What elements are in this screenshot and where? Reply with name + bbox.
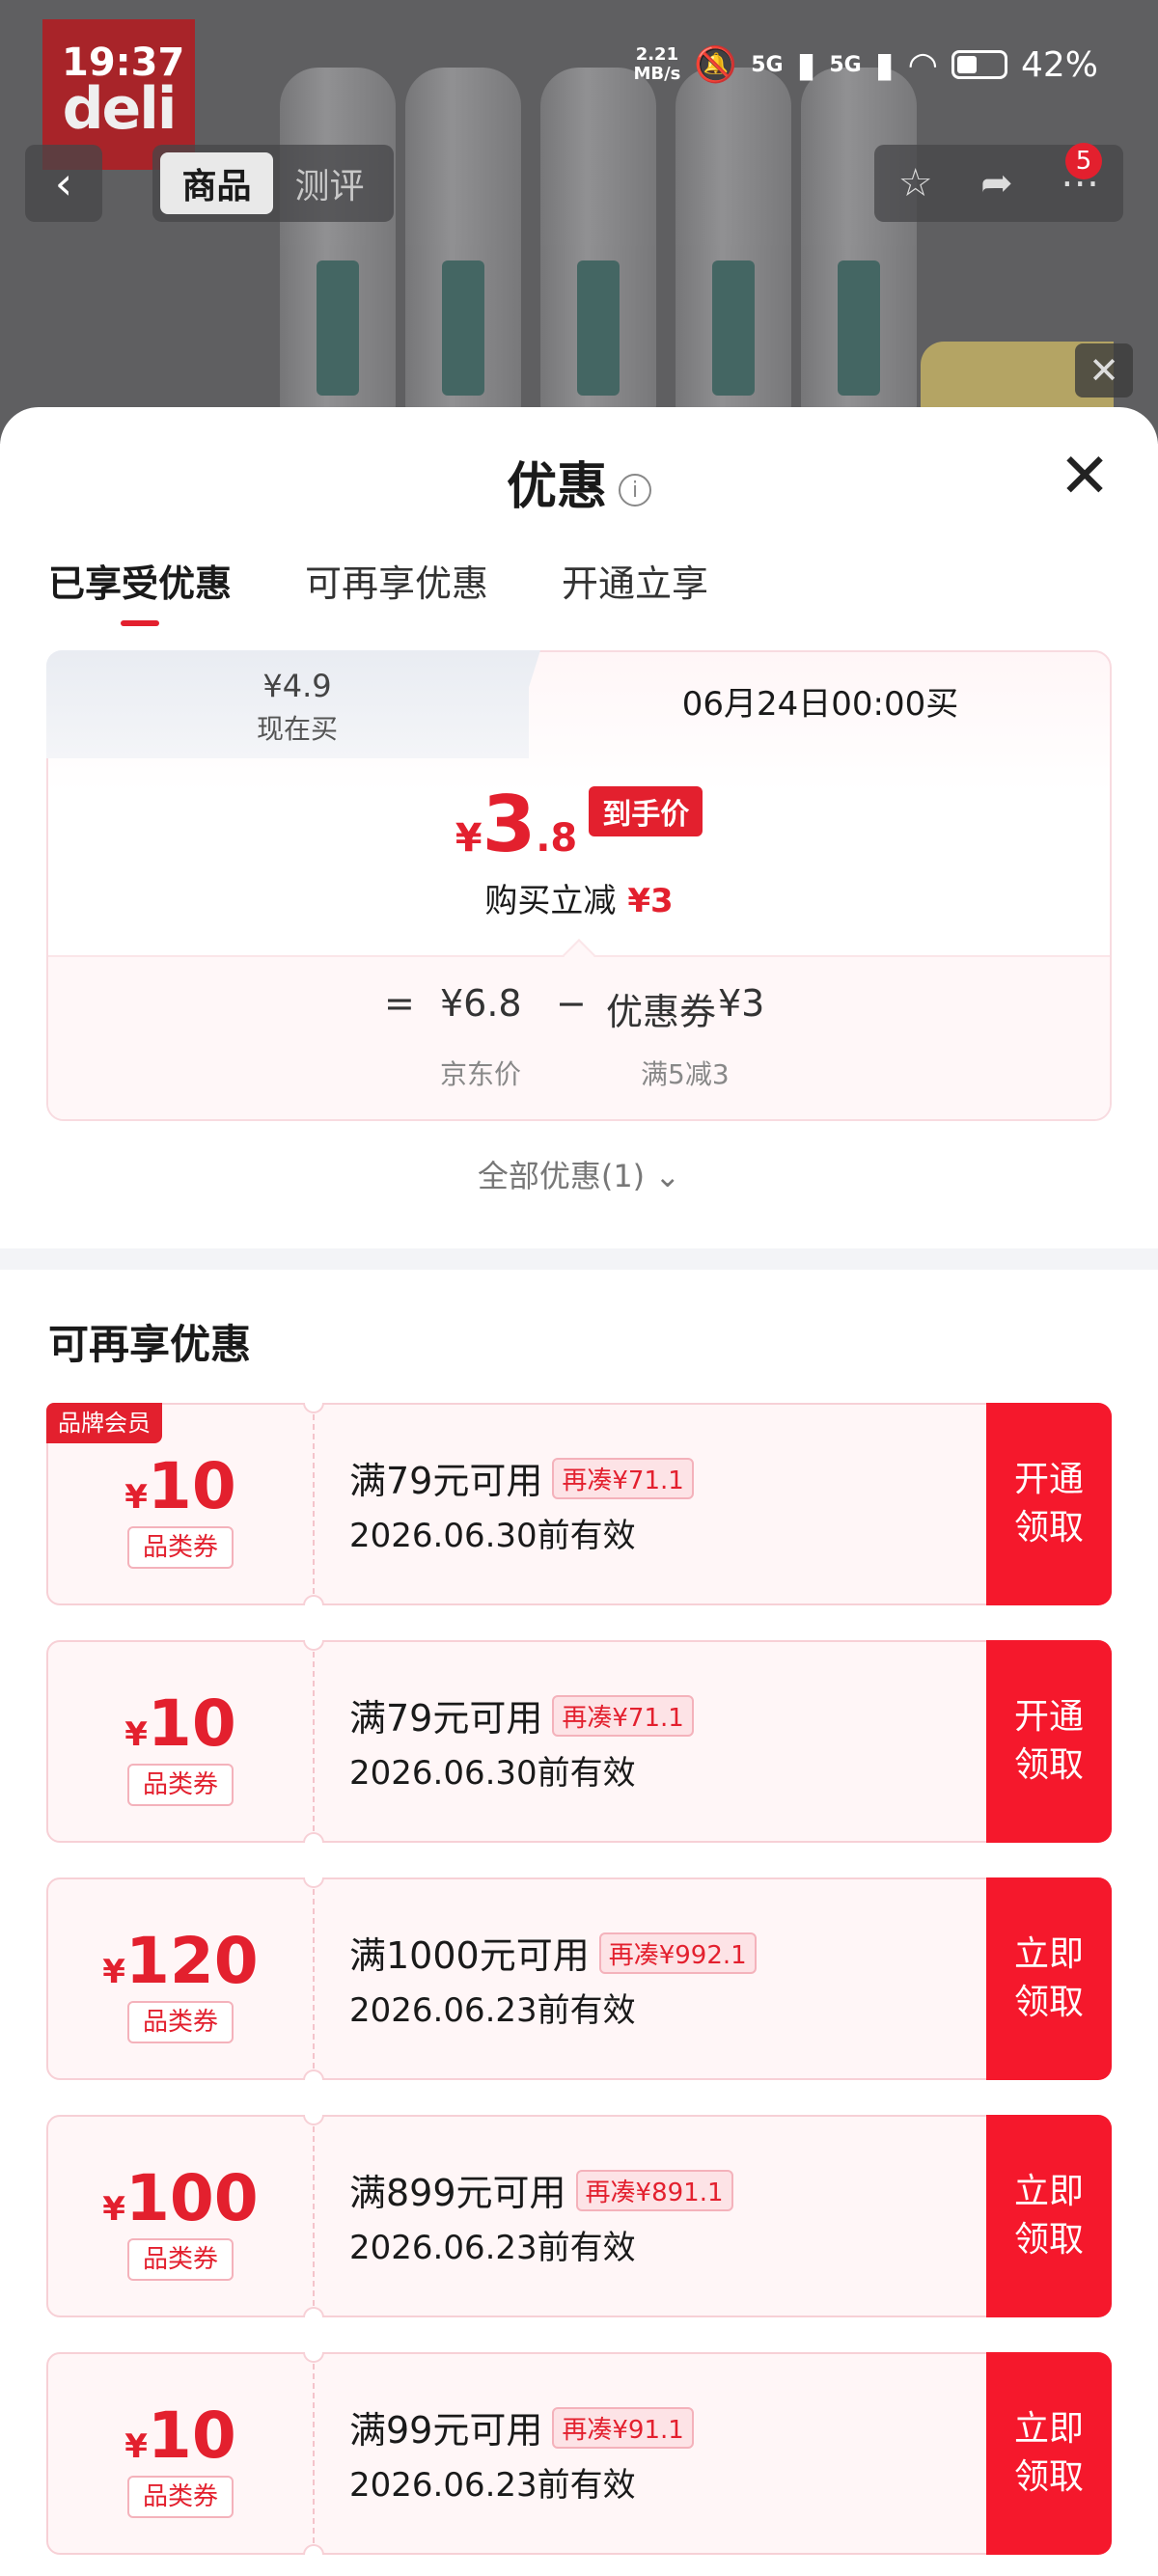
action-group: ☆ ➦ ⋯ 5 bbox=[874, 143, 1123, 222]
price-compare-card: ¥4.9 现在买 06月24日00:00买 ¥3.8到手价 购买立减 ¥3 = ¥… bbox=[46, 650, 1112, 1121]
coupon-expiry: 2026.06.23前有效 bbox=[349, 1991, 636, 2030]
jd-price-label: 京东价 bbox=[440, 1058, 522, 1090]
now-price-label: 现在买 bbox=[256, 713, 338, 745]
jd-price: ¥6.8 bbox=[440, 982, 522, 1025]
battery-icon bbox=[951, 50, 1007, 79]
claim-now-button[interactable]: 立即 领取 bbox=[986, 2115, 1112, 2317]
now-price: ¥4.9 bbox=[262, 668, 332, 704]
section-title: 可再享优惠 bbox=[48, 1321, 252, 1368]
activate-claim-button[interactable]: 开通 领取 bbox=[986, 1640, 1112, 1843]
coupon-type: 品类券 bbox=[127, 2238, 234, 2281]
instant-reduction: 购买立减 ¥3 bbox=[484, 882, 674, 920]
coupon-type: 品类券 bbox=[127, 1764, 234, 1806]
claim-now-button[interactable]: 立即 领取 bbox=[986, 1877, 1112, 2080]
future-price-tab[interactable]: 06月24日00:00买 bbox=[529, 650, 1112, 758]
coupon-gap-chip: 再凑¥71.1 bbox=[552, 1458, 694, 1499]
tab-more-available[interactable]: 可再享优惠 bbox=[305, 554, 488, 626]
signal-5g-icon: 5G bbox=[751, 52, 784, 77]
coupon-gap-chip: 再凑¥91.1 bbox=[552, 2407, 694, 2449]
status-icons: 2.21 MB/s 🔕 5G ▮ 5G ▮ ◠ 42% bbox=[633, 44, 1098, 86]
coupon-value-block: ¥10 品类券 bbox=[48, 2354, 313, 2553]
battery-level: 42% bbox=[1020, 44, 1098, 85]
all-benefits-link[interactable]: 全部优惠(1) ⌄ bbox=[0, 1152, 1158, 1196]
tab-enjoyed[interactable]: 已享受优惠 bbox=[48, 554, 232, 626]
coupon-card: ¥100 品类券 满899元可用 再凑¥891.1 2026.06.23前有效 立… bbox=[46, 2115, 1112, 2317]
message-count-badge: 5 bbox=[1065, 143, 1102, 179]
signal-bars-icon: ▮ bbox=[796, 44, 816, 85]
coupon-condition: 满79元可用 再凑¥71.1 bbox=[349, 1688, 694, 1741]
section-divider bbox=[0, 1248, 1158, 1270]
coupon-gap-chip: 再凑¥891.1 bbox=[575, 2170, 733, 2211]
coupon-label: 优惠券 bbox=[606, 991, 717, 1033]
coupon-type: 品类券 bbox=[127, 1526, 234, 1569]
coupon-card: ¥10 品类券 满99元可用 再凑¥91.1 2026.06.23前有效 立即 领取 bbox=[46, 2352, 1112, 2555]
benefit-tabs: 已享受优惠 可再享优惠 开通立享 bbox=[48, 554, 708, 626]
coupon-condition: 满99元可用 再凑¥91.1 bbox=[349, 2400, 694, 2453]
wifi-icon: ◠ bbox=[907, 44, 938, 85]
status-bar: 19:37 2.21 MB/s 🔕 5G ▮ 5G ▮ ◠ 42% bbox=[0, 0, 1158, 125]
chevron-left-icon: ‹ bbox=[54, 157, 73, 209]
final-price-tag: 到手价 bbox=[589, 786, 703, 836]
coupon-value-block: ¥120 品类券 bbox=[48, 1879, 313, 2078]
coupon-rule: 满5减3 bbox=[641, 1058, 730, 1090]
coupon-type: 品类券 bbox=[127, 2476, 234, 2518]
tab-activate[interactable]: 开通立享 bbox=[562, 554, 708, 626]
coupon-expiry: 2026.06.30前有效 bbox=[349, 1517, 636, 1555]
sheet-title: 优惠 i bbox=[0, 446, 1158, 518]
final-price: ¥3.8到手价 bbox=[46, 780, 1112, 869]
price-formula-panel bbox=[48, 955, 1110, 1119]
network-speed: 2.21 MB/s bbox=[633, 44, 681, 84]
star-icon[interactable]: ☆ bbox=[898, 161, 933, 206]
segment-product[interactable]: 商品 bbox=[160, 152, 273, 214]
back-button[interactable]: ‹ bbox=[25, 145, 102, 222]
coupon-condition: 满79元可用 再凑¥71.1 bbox=[349, 1451, 694, 1504]
coupon-expiry: 2026.06.23前有效 bbox=[349, 2229, 636, 2267]
benefits-sheet: 优惠 i ✕ 已享受优惠 可再享优惠 开通立享 ¥4.9 现在买 06月24日00… bbox=[0, 407, 1158, 2576]
status-time: 19:37 bbox=[62, 41, 185, 85]
coupon-gap-chip: 再凑¥992.1 bbox=[598, 1932, 757, 1974]
activate-claim-button[interactable]: 开通 领取 bbox=[986, 1403, 1112, 1605]
coupon-card: ¥120 品类券 满1000元可用 再凑¥992.1 2026.06.23前有效 … bbox=[46, 1877, 1112, 2080]
coupon-gap-chip: 再凑¥71.1 bbox=[552, 1695, 694, 1737]
close-sheet-button[interactable]: ✕ bbox=[1056, 446, 1114, 507]
top-nav: ‹ 商品 测评 ☆ ➦ ⋯ 5 bbox=[0, 143, 1158, 222]
info-icon[interactable]: i bbox=[619, 474, 651, 507]
coupon-type: 品类券 bbox=[127, 2001, 234, 2043]
coupon-card: ¥10 品类券 满79元可用 再凑¥71.1 2026.06.30前有效 开通 领取 bbox=[46, 1640, 1112, 1843]
close-float-button[interactable]: ✕ bbox=[1075, 343, 1133, 397]
coupon-value-block: ¥100 品类券 bbox=[48, 2117, 313, 2316]
coupon-card: ¥10 品类券 品牌会员 满79元可用 再凑¥71.1 2026.06.30前有效… bbox=[46, 1403, 1112, 1605]
signal-5g-icon: 5G bbox=[829, 52, 862, 77]
signal-bars-icon: ▮ bbox=[874, 44, 895, 85]
coupon-expiry: 2026.06.30前有效 bbox=[349, 1754, 636, 1793]
share-icon[interactable]: ➦ bbox=[980, 161, 1013, 206]
coupon-expiry: 2026.06.23前有效 bbox=[349, 2466, 636, 2505]
coupon-condition: 满1000元可用 再凑¥992.1 bbox=[349, 1926, 757, 1979]
chevron-down-icon: ⌄ bbox=[654, 1158, 681, 1194]
page-segment-switch: 商品 测评 bbox=[152, 145, 394, 222]
coupon-value: ¥3 bbox=[718, 982, 765, 1025]
brand-member-tag: 品牌会员 bbox=[46, 1403, 162, 1443]
claim-now-button[interactable]: 立即 领取 bbox=[986, 2352, 1112, 2555]
coupon-value-block: ¥10 品类券 bbox=[48, 1642, 313, 1841]
coupon-condition: 满899元可用 再凑¥891.1 bbox=[349, 2163, 733, 2216]
close-icon: ✕ bbox=[1089, 349, 1119, 392]
segment-review[interactable]: 测评 bbox=[273, 152, 386, 214]
mute-icon: 🔕 bbox=[694, 45, 738, 85]
